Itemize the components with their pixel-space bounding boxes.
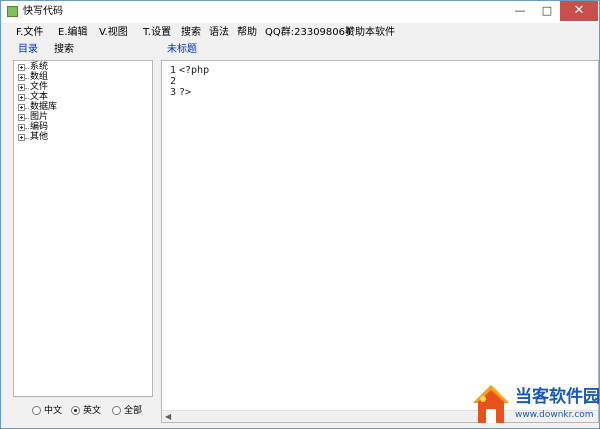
code-text: ?> [179,87,192,98]
line-number: 3 [170,87,177,98]
menu-search[interactable]: 搜索 [181,26,201,39]
plus-box-icon[interactable] [18,134,25,141]
editor-tab-title[interactable]: 未标题 [167,43,197,56]
menu-qq-group[interactable]: QQ群:233098064 [265,26,351,39]
line-number: 2 [170,76,177,87]
close-button[interactable]: ✕ [560,1,598,21]
window-title: 快写代码 [23,6,63,17]
menu-view[interactable]: V.视图 [99,26,128,39]
watermark-title: 当客软件园 [515,387,600,407]
app-icon [7,6,18,17]
plus-box-icon[interactable] [18,64,25,71]
watermark-url: www.downkr.com [515,410,594,420]
code-text: <?php [179,65,210,76]
plus-box-icon[interactable] [18,94,25,101]
menu-sponsor[interactable]: 赞助本软件 [345,26,395,39]
menu-file[interactable]: F.文件 [16,26,43,39]
language-option-chinese[interactable]: 中文 [32,405,72,419]
tab-directory[interactable]: 目录 [18,43,38,56]
app-window: 快写代码 — □ ✕ F.文件 E.编辑 V.视图 T.设置 搜索 语法 帮助 … [0,0,600,429]
title-bar: 快写代码 — □ ✕ [1,1,599,23]
language-option-english[interactable]: 英文 [71,405,111,419]
plus-box-icon[interactable] [18,104,25,111]
radio-label: 英文 [83,406,102,416]
radio-label: 中文 [44,406,63,416]
plus-box-icon[interactable] [18,74,25,81]
radio-all[interactable] [112,406,121,415]
tab-search[interactable]: 搜索 [54,43,74,56]
code-editor[interactable]: 1 <?php 2 3 ?> ◀ [161,60,599,423]
house-icon [473,385,509,423]
language-option-all[interactable]: 全部 [112,405,152,419]
menu-edit[interactable]: E.编辑 [58,26,88,39]
watermark-logo: 当客软件园 www.downkr.com [471,383,600,429]
code-line: 3 ?> [170,87,191,98]
menu-bar: F.文件 E.编辑 V.视图 T.设置 搜索 语法 帮助 QQ群:2330980… [1,23,599,41]
maximize-button[interactable]: □ [534,1,560,21]
tree-item-label: 其他 [30,132,49,142]
menu-help[interactable]: 帮助 [237,26,257,39]
code-line: 1 <?php [170,65,209,76]
code-line: 2 [170,76,179,87]
chevron-left-icon[interactable]: ◀ [165,411,171,422]
snippet-tree: 系统 数组 文件 文本 数据库 图片 编码 其他 [13,60,153,397]
radio-chinese[interactable] [32,406,41,415]
plus-box-icon[interactable] [18,124,25,131]
menu-syntax[interactable]: 语法 [209,26,229,39]
plus-box-icon[interactable] [18,84,25,91]
plus-box-icon[interactable] [18,114,25,121]
menu-settings[interactable]: T.设置 [143,26,171,39]
minimize-button[interactable]: — [506,1,534,21]
radio-english[interactable] [71,406,80,415]
line-number: 1 [170,65,177,76]
radio-label: 全部 [124,406,143,416]
